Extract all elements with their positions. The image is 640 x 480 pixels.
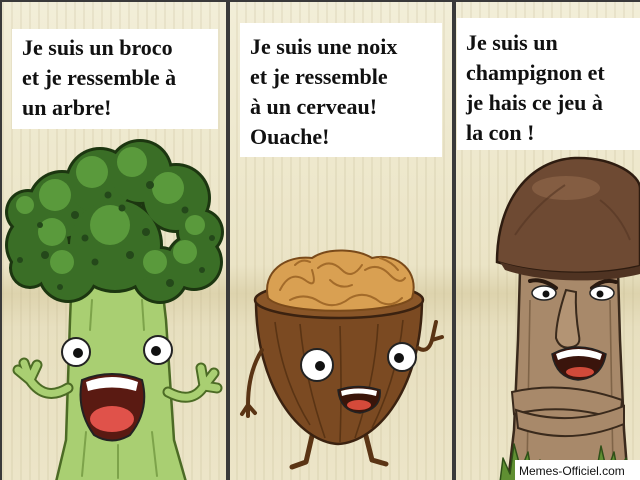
walnut-kernel <box>266 249 415 312</box>
panel-1: Je suis un broco et je ressemble à un ar… <box>2 2 226 480</box>
panel-3-line-2: champignon et <box>466 60 605 85</box>
comic-strip: Je suis un broco et je ressemble à un ar… <box>0 0 640 480</box>
panel-1-line-2: et je ressemble à <box>22 65 176 90</box>
panel-2-line-1: Je suis une noix <box>250 34 397 59</box>
broccoli-right-eye <box>143 335 173 365</box>
panel-3: Je suis un champignon et je hais ce jeu … <box>456 2 640 480</box>
panel-2: Je suis une noix et je ressemble à un ce… <box>230 2 452 480</box>
panel-3-line-1: Je suis un <box>466 30 558 55</box>
mushroom-right-eye <box>589 285 615 301</box>
broccoli-left-eye <box>61 337 91 367</box>
walnut-left-eye <box>300 348 334 382</box>
mushroom-cap-highlight <box>532 176 600 200</box>
panel-1-line-3: un arbre! <box>22 95 111 120</box>
panel-2-caption: Je suis une noix et je ressemble à un ce… <box>240 23 442 157</box>
panel-3-line-4: la con ! <box>466 120 534 145</box>
mushroom-left-eye <box>531 285 557 301</box>
panel-2-line-3: à un cerveau! <box>250 94 377 119</box>
walnut-right-eye <box>387 342 417 372</box>
panel-2-line-4: Ouache! <box>250 124 329 149</box>
mushroom-character <box>495 156 640 480</box>
panel-3-caption: Je suis un champignon et je hais ce jeu … <box>457 18 640 150</box>
watermark: Memes-Officiel.com <box>515 460 640 480</box>
panel-3-line-3: je hais ce jeu à <box>465 90 603 115</box>
panel-2-line-2: et je ressemble <box>250 64 388 89</box>
panel-1-line-1: Je suis un broco <box>22 35 173 60</box>
watermark-text: Memes-Officiel.com <box>519 464 625 478</box>
panel-1-caption: Je suis un broco et je ressemble à un ar… <box>12 29 218 129</box>
